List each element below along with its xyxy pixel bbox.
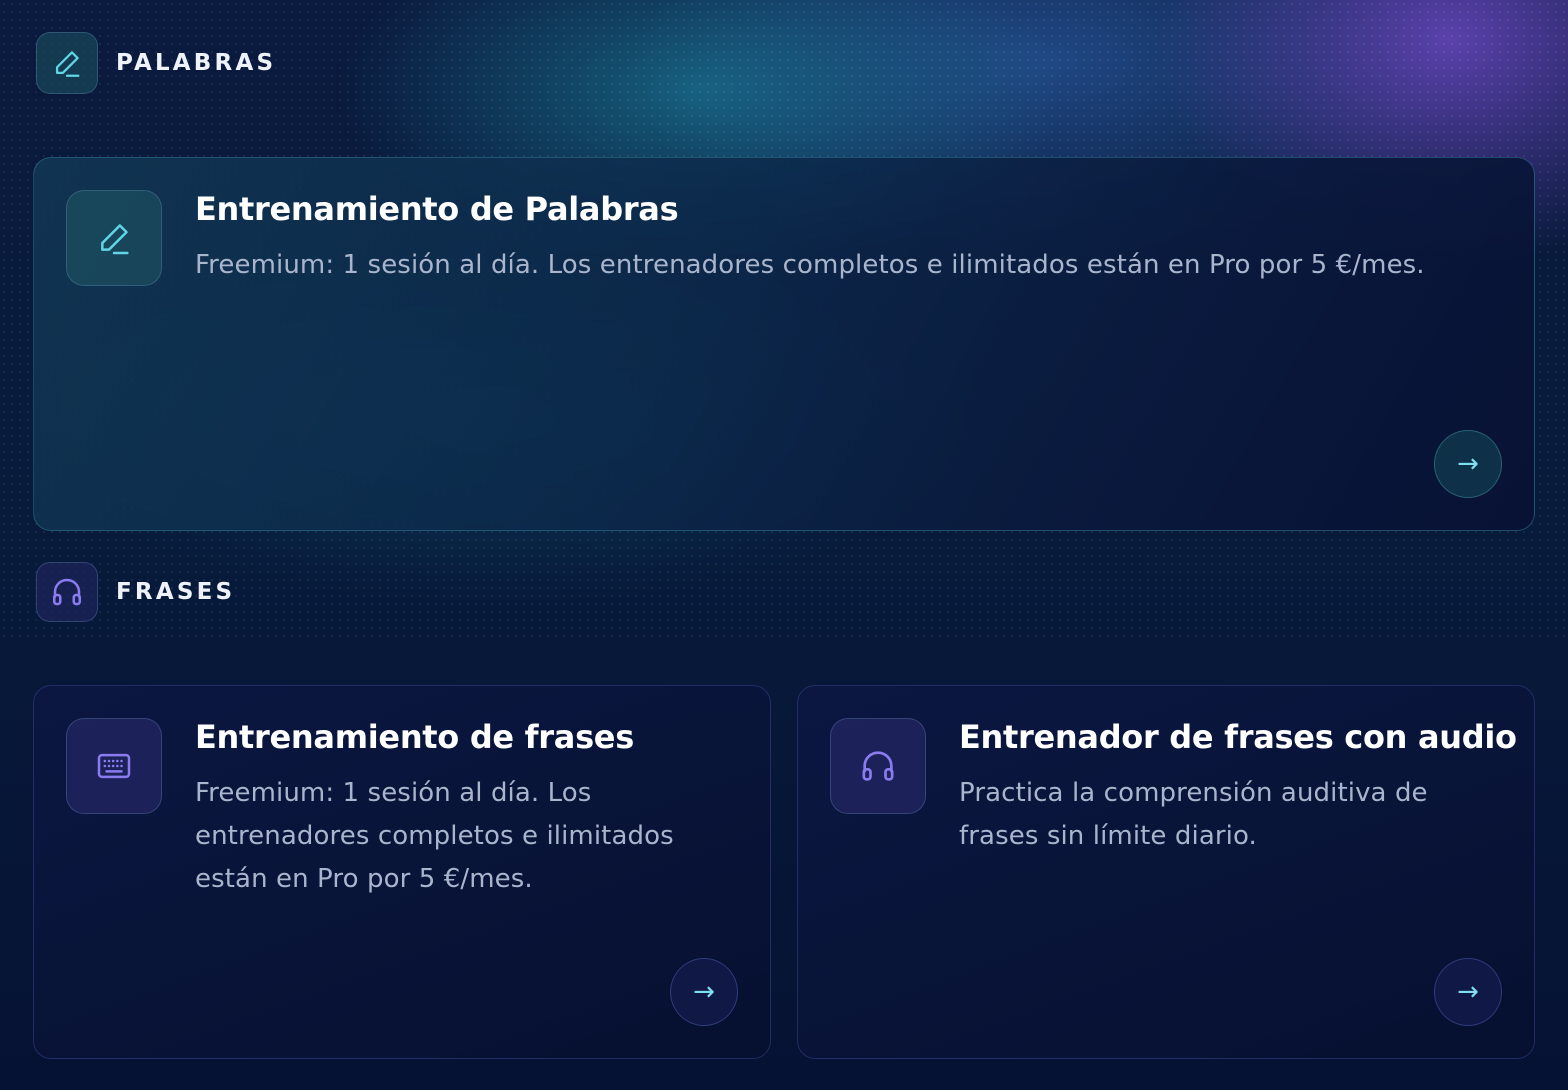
pencil-icon <box>36 32 98 94</box>
page: PALABRAS Entrenamiento de Palabras Freem… <box>0 0 1568 1090</box>
card-entrenamiento-de-palabras[interactable]: Entrenamiento de Palabras Freemium: 1 se… <box>33 157 1535 531</box>
section-title: FRASES <box>116 579 236 605</box>
keyboard-icon <box>66 718 162 814</box>
card-description: Practica la comprensión auditiva de fras… <box>959 778 1428 851</box>
card-title: Entrenamiento de frases <box>195 718 634 756</box>
card-description: Freemium: 1 sesión al día. Los entrenado… <box>195 250 1425 280</box>
pencil-icon <box>66 190 162 286</box>
card-title: Entrenador de frases con audio <box>959 718 1517 756</box>
headphones-icon <box>830 718 926 814</box>
open-card-arrow-button[interactable]: → <box>1434 958 1502 1026</box>
open-card-arrow-button[interactable]: → <box>1434 430 1502 498</box>
section-header-palabras: PALABRAS <box>36 32 276 94</box>
card-entrenamiento-de-frases[interactable]: Entrenamiento de frases Freemium: 1 sesi… <box>33 685 771 1059</box>
card-description: Freemium: 1 sesión al día. Los entrenado… <box>195 778 674 894</box>
section-title: PALABRAS <box>116 50 277 76</box>
headphones-icon <box>36 562 98 622</box>
card-title: Entrenamiento de Palabras <box>195 190 679 228</box>
card-entrenador-de-frases-con-audio[interactable]: Entrenador de frases con audio Practica … <box>797 685 1535 1059</box>
open-card-arrow-button[interactable]: → <box>670 958 738 1026</box>
section-header-frases: FRASES <box>36 562 235 622</box>
